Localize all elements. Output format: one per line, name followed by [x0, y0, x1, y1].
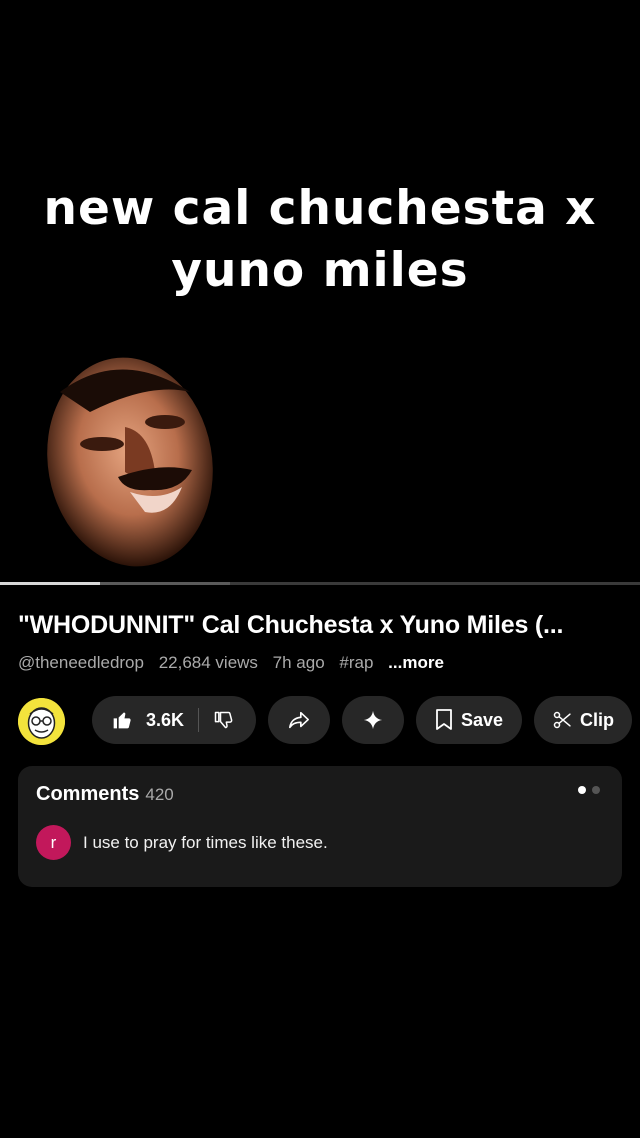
- comments-panel[interactable]: Comments 420 r I use to pray for times li…: [18, 766, 622, 887]
- video-frame-face: [47, 357, 213, 567]
- action-row: 3.6K Save Clip: [0, 696, 640, 746]
- video-overlay-caption: new cal chuchesta x yuno miles: [0, 178, 640, 302]
- video-title[interactable]: "WHODUNNIT" Cal Chuchesta x Yuno Miles (…: [18, 611, 628, 640]
- commenter-avatar: r: [36, 825, 71, 860]
- comment-text: I use to pray for times like these.: [83, 832, 328, 852]
- view-count: 22,684 views: [158, 653, 258, 672]
- carousel-dot: [592, 786, 600, 794]
- carousel-dots: [578, 786, 600, 794]
- carousel-dot-active: [578, 786, 586, 794]
- comments-count: 420: [145, 785, 174, 804]
- like-dislike-group: 3.6K: [92, 696, 256, 744]
- clip-button[interactable]: Clip: [534, 696, 632, 744]
- thumbs-down-icon: [214, 711, 233, 729]
- channel-avatar[interactable]: [18, 698, 65, 745]
- hashtag-link[interactable]: #rap: [339, 653, 373, 672]
- video-player[interactable]: new cal chuchesta x yuno miles: [0, 0, 640, 585]
- like-button[interactable]: 3.6K: [92, 696, 184, 744]
- save-button[interactable]: Save: [416, 696, 522, 744]
- upload-age: 7h ago: [272, 653, 325, 672]
- clip-label: Clip: [580, 709, 614, 730]
- video-meta: @theneedledrop 22,684 views 7h ago #rap …: [18, 653, 444, 673]
- overlay-line-1: new cal chuchesta x: [43, 181, 597, 236]
- bookmark-icon: [436, 709, 452, 730]
- more-link[interactable]: ...more: [388, 653, 444, 672]
- progress-played: [0, 582, 100, 585]
- share-button[interactable]: [268, 696, 330, 744]
- comments-title: Comments: [36, 783, 140, 805]
- top-comment[interactable]: r I use to pray for times like these.: [36, 825, 328, 860]
- dislike-button[interactable]: [199, 696, 247, 744]
- like-count: 3.6K: [146, 709, 185, 730]
- comments-heading: Comments 420: [36, 783, 174, 806]
- overlay-line-2: yuno miles: [171, 243, 469, 298]
- channel-avatar-image: [18, 698, 65, 745]
- video-progress-bar[interactable]: [0, 582, 640, 585]
- channel-handle[interactable]: @theneedledrop: [18, 653, 144, 672]
- thumbs-up-icon: [113, 712, 131, 729]
- scissors-icon: [553, 711, 571, 729]
- sparkle-icon: [363, 710, 383, 730]
- share-icon: [289, 711, 309, 729]
- ask-ai-button[interactable]: [342, 696, 404, 744]
- save-label: Save: [460, 709, 504, 730]
